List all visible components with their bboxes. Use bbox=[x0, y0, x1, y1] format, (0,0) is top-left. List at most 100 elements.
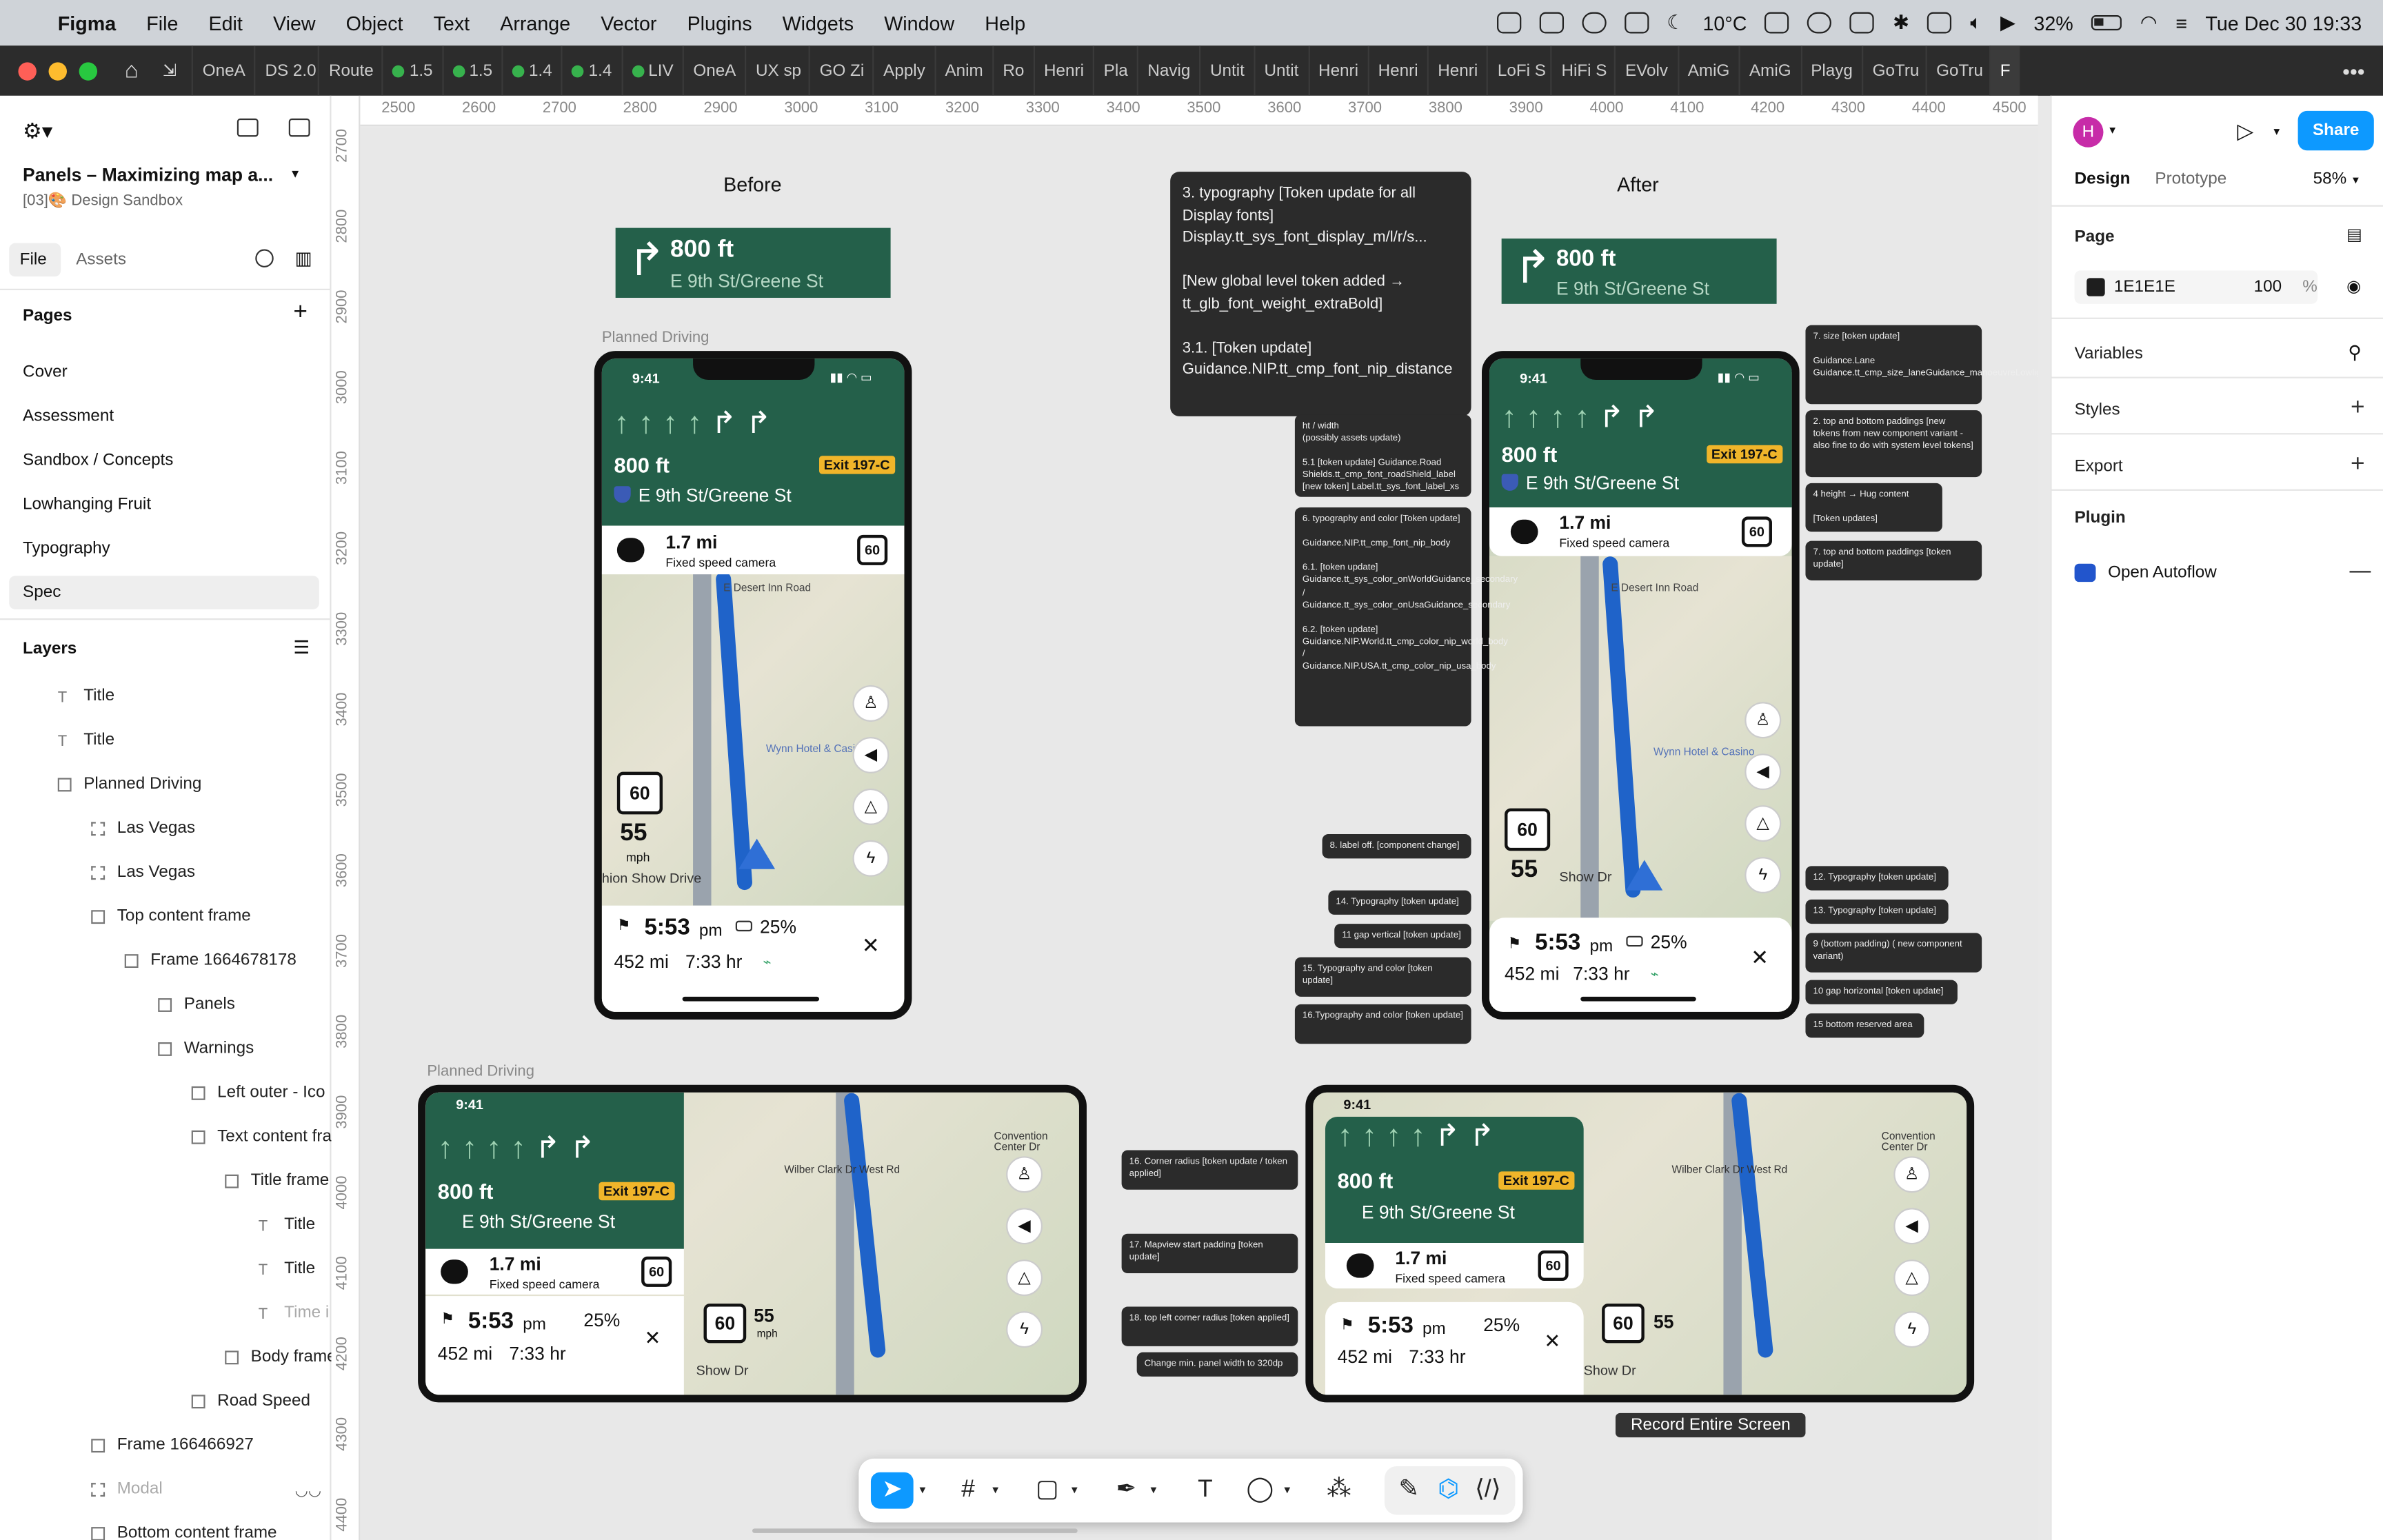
minimize-window-button[interactable] bbox=[48, 61, 67, 80]
frame-label[interactable]: Planned Driving bbox=[427, 1064, 534, 1080]
file-tab[interactable]: EVolv bbox=[1614, 45, 1678, 96]
annotation-15[interactable]: 15. Typography and color [token update] bbox=[1294, 957, 1471, 997]
home-icon[interactable]: ⌂ bbox=[125, 58, 139, 83]
layer-row[interactable]: Bottom content frame bbox=[91, 1524, 277, 1540]
menu-help[interactable]: Help bbox=[985, 12, 1025, 34]
phone-after-landscape[interactable]: Wilber Clark Dr West Rd Convention Cente… bbox=[1305, 1084, 1975, 1403]
page-opacity[interactable]: 100 bbox=[2254, 278, 2282, 296]
menu-app[interactable]: Figma bbox=[58, 12, 116, 34]
layer-row[interactable]: Road Speed bbox=[191, 1392, 310, 1410]
comment-tool-icon[interactable]: ◯ bbox=[1242, 1472, 1278, 1509]
chevron-down-icon[interactable]: ▾ bbox=[2273, 125, 2280, 139]
annotation-12[interactable]: 12. Typography [token update] bbox=[1805, 866, 1949, 891]
horizontal-scrollbar[interactable] bbox=[752, 1528, 1078, 1533]
volume-icon[interactable]: 🔈︎ bbox=[1970, 10, 1982, 34]
file-tab[interactable]: Ro bbox=[992, 45, 1034, 96]
layer-row[interactable]: T Title bbox=[259, 1259, 315, 1279]
charging-icon[interactable]: ϟ bbox=[1893, 1311, 1931, 1348]
volume-icon[interactable]: ◀︎ bbox=[1744, 753, 1782, 791]
annotation-panel-width[interactable]: Change min. panel width to 320dp bbox=[1136, 1352, 1298, 1377]
text-tool-icon[interactable]: T bbox=[1187, 1472, 1223, 1509]
zoom-level[interactable]: 58% bbox=[2313, 170, 2347, 188]
phone-before-portrait[interactable]: E Desert Inn Road Wynn Hotel & Casino hi… bbox=[594, 351, 912, 1020]
tab-design[interactable]: Design bbox=[2075, 170, 2131, 188]
tray-app-icon[interactable] bbox=[1581, 12, 1607, 34]
library-icon[interactable]: ▥ bbox=[295, 247, 312, 269]
annotation-7b[interactable]: 7. top and bottom paddings [token update… bbox=[1805, 540, 1982, 580]
layer-row[interactable]: Frame 1664678178 bbox=[124, 951, 296, 969]
add-style-icon[interactable]: + bbox=[2351, 395, 2365, 423]
before-title[interactable]: Before bbox=[723, 173, 781, 196]
chevron-down-icon[interactable]: ▾ bbox=[1145, 1472, 1163, 1509]
file-tab[interactable]: 1.5 bbox=[441, 45, 502, 96]
layer-row[interactable]: T Title bbox=[259, 1215, 315, 1235]
annotation-16[interactable]: 16.Typography and color [token update] bbox=[1294, 1004, 1471, 1044]
layer-row[interactable]: Frame 166466927 bbox=[91, 1436, 254, 1454]
search-icon[interactable] bbox=[255, 249, 274, 267]
menu-file[interactable]: File bbox=[146, 12, 178, 34]
layer-row[interactable]: Modal bbox=[91, 1480, 163, 1498]
actions-tool-icon[interactable]: ⁂ bbox=[1320, 1472, 1357, 1509]
file-tab[interactable]: Untit bbox=[1254, 45, 1308, 96]
move-tool-icon[interactable]: ➤ bbox=[870, 1472, 914, 1509]
draw-mode-icon[interactable]: ✎ bbox=[1391, 1472, 1427, 1509]
frame-tool-icon[interactable]: # bbox=[950, 1472, 987, 1509]
layer-row[interactable]: Panels bbox=[158, 995, 235, 1013]
annotation-14[interactable]: 14. Typography [token update] bbox=[1328, 890, 1471, 915]
chevron-down-icon[interactable]: ▾ bbox=[292, 165, 299, 182]
file-tab[interactable]: AmiG bbox=[1677, 45, 1738, 96]
file-tab[interactable]: F bbox=[1989, 45, 2020, 96]
tray-app-icon[interactable] bbox=[1850, 12, 1875, 34]
close-icon[interactable]: ✕ bbox=[862, 933, 880, 958]
present-play-icon[interactable]: ▷ bbox=[2237, 119, 2253, 144]
menu-view[interactable]: View bbox=[273, 12, 316, 34]
file-tab[interactable]: Henri bbox=[1033, 45, 1094, 96]
file-tab[interactable]: LoFi S bbox=[1487, 45, 1551, 96]
styles-label[interactable]: Styles bbox=[2075, 401, 2120, 419]
chevron-down-icon[interactable]: ▾ bbox=[2353, 173, 2359, 187]
play-icon[interactable]: ▶︎ bbox=[2000, 10, 2015, 34]
tab-file[interactable]: File bbox=[9, 243, 61, 277]
avatar[interactable]: H bbox=[2073, 116, 2104, 148]
file-tab[interactable]: Henri bbox=[1307, 45, 1368, 96]
layer-row[interactable]: Warnings bbox=[158, 1040, 254, 1057]
annotation-11[interactable]: 11 gap vertical [token update] bbox=[1334, 924, 1471, 949]
export-label[interactable]: Export bbox=[2075, 457, 2123, 475]
weather-temp[interactable]: 10°C bbox=[1702, 12, 1747, 34]
page-settings-icon[interactable]: ▤ bbox=[2346, 225, 2362, 244]
tab-prototype[interactable]: Prototype bbox=[2155, 170, 2226, 188]
visibility-eye-icon[interactable]: ◉ bbox=[2346, 276, 2361, 296]
page-item[interactable]: Typography bbox=[9, 531, 319, 565]
layer-row[interactable]: Las Vegas bbox=[91, 863, 195, 881]
file-tab[interactable]: GO Zi bbox=[809, 45, 873, 96]
pen-tool-icon[interactable]: ✒ bbox=[1108, 1472, 1145, 1509]
tray-app-icon[interactable] bbox=[1764, 12, 1790, 34]
annotation-2[interactable]: 2. top and bottom paddings [new tokens f… bbox=[1805, 410, 1982, 478]
annotation-10[interactable]: 10 gap horizontal [token update] bbox=[1805, 980, 1958, 1004]
globe-icon[interactable] bbox=[1807, 12, 1832, 34]
page-color-hex[interactable]: 1E1E1E bbox=[2114, 278, 2175, 296]
file-tab[interactable]: DS 2.0 bbox=[254, 45, 319, 96]
wifi-icon[interactable]: ◠ bbox=[2140, 10, 2158, 34]
layer-row[interactable]: Body frame bbox=[225, 1348, 336, 1366]
volume-icon[interactable]: ◀︎ bbox=[1893, 1208, 1931, 1245]
drafts-icon[interactable]: ⇲ bbox=[163, 61, 177, 80]
weather-icon[interactable]: ☾ bbox=[1667, 10, 1685, 34]
variables-label[interactable]: Variables bbox=[2075, 345, 2143, 363]
add-export-icon[interactable]: + bbox=[2351, 452, 2365, 479]
menu-arrange[interactable]: Arrange bbox=[500, 12, 570, 34]
menu-vector[interactable]: Vector bbox=[601, 12, 656, 34]
remove-plugin-icon[interactable]: — bbox=[2350, 558, 2371, 582]
file-tab[interactable]: Pla bbox=[1093, 45, 1137, 96]
volume-icon[interactable]: ◀︎ bbox=[852, 736, 889, 773]
file-tab[interactable]: GoTru bbox=[1862, 45, 1926, 96]
map-button[interactable]: ♙ bbox=[1893, 1156, 1931, 1193]
file-tab[interactable]: OneA bbox=[192, 45, 254, 96]
layer-row[interactable]: T Title bbox=[58, 687, 114, 706]
close-icon[interactable]: ✕ bbox=[645, 1326, 661, 1350]
color-swatch[interactable] bbox=[2087, 278, 2105, 296]
menu-plugins[interactable]: Plugins bbox=[687, 12, 752, 34]
charging-icon[interactable]: ϟ bbox=[1744, 857, 1782, 894]
chevron-down-icon[interactable]: ▾ bbox=[914, 1472, 932, 1509]
file-tab[interactable]: Henri bbox=[1367, 45, 1427, 96]
